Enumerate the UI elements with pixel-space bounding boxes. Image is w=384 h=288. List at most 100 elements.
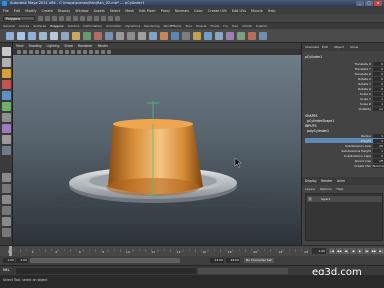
channel-row[interactable]: Scale X 1: [302, 92, 384, 96]
boolean-difference-icon[interactable]: [127, 32, 135, 40]
extract-icon[interactable]: [94, 32, 102, 40]
menu-edit-uvs[interactable]: Edit UVs: [232, 9, 246, 13]
wireframe-icon[interactable]: [65, 50, 69, 54]
menu-edit[interactable]: Edit: [14, 9, 21, 13]
menu-mesh[interactable]: Mesh: [125, 9, 134, 13]
split-polygon-icon[interactable]: [193, 32, 201, 40]
channel-box-menu-show[interactable]: Show: [350, 45, 358, 49]
step-forward-key-button[interactable]: ▶▶: [371, 248, 377, 254]
play-backwards-button[interactable]: ◀: [350, 248, 356, 254]
single-perspective-layout-icon[interactable]: [2, 173, 11, 182]
shelf-tab-ncloth[interactable]: nCloth: [242, 24, 252, 28]
menu-file[interactable]: File: [3, 9, 9, 13]
viewport-menu-view[interactable]: View: [16, 44, 24, 48]
extrude-icon[interactable]: [160, 32, 168, 40]
menu-create[interactable]: Create: [42, 9, 53, 13]
viewport-menu-renderer[interactable]: Renderer: [78, 44, 93, 48]
menu-set-dropdown[interactable]: Polygons: [3, 16, 35, 21]
bevel-icon[interactable]: [215, 32, 223, 40]
shelf-tab-subdivs[interactable]: Subdivs: [68, 24, 80, 28]
channel-value[interactable]: 1: [373, 149, 384, 153]
render-icon[interactable]: [101, 16, 106, 21]
poly-plane-icon[interactable]: [50, 32, 58, 40]
universal-manipulator-icon[interactable]: [2, 113, 11, 122]
channel-value[interactable]: 0: [373, 82, 384, 86]
textured-icon[interactable]: [83, 50, 87, 54]
layer-menu-layers[interactable]: Layers: [305, 187, 315, 191]
boolean-union-icon[interactable]: [116, 32, 124, 40]
shape-node-name[interactable]: pCylinderShape1: [307, 119, 334, 123]
smooth-shade-icon[interactable]: [71, 50, 75, 54]
select-tool-icon[interactable]: [2, 47, 11, 56]
channel-row[interactable]: Scale Z 1: [302, 102, 384, 106]
history-icon[interactable]: [248, 32, 256, 40]
channel-value[interactable]: 20: [373, 144, 384, 148]
four-view-layout-icon[interactable]: [2, 184, 11, 193]
channel-value[interactable]: 0: [373, 154, 384, 158]
step-back-key-button[interactable]: ◀◀: [336, 248, 342, 254]
menu-modify[interactable]: Modify: [25, 9, 36, 13]
menu-muscle[interactable]: Muscle: [251, 9, 263, 13]
show-manipulator-icon[interactable]: [2, 135, 11, 144]
shelf-tab-fluids[interactable]: Fluids: [211, 24, 220, 28]
channel-value[interactable]: 0: [373, 77, 384, 81]
layer-tab-display[interactable]: Display: [305, 179, 317, 183]
channel-value[interactable]: 1: [373, 92, 384, 96]
input-node-name[interactable]: polyCylinder1: [307, 129, 329, 133]
uv-editor-icon[interactable]: [237, 32, 245, 40]
poly-cylinder-icon[interactable]: [28, 32, 36, 40]
paint-select-tool-icon[interactable]: [2, 69, 11, 78]
menu-color[interactable]: Color: [194, 9, 203, 13]
menu-normals[interactable]: Normals: [175, 9, 189, 13]
channel-row[interactable]: Scale Y 1: [302, 97, 384, 101]
select-component-icon[interactable]: [73, 16, 78, 21]
menu-help[interactable]: Help: [268, 9, 276, 13]
channel-box-menu-channels[interactable]: Channels: [305, 45, 319, 49]
time-slider[interactable]: 1 2 4 6 8 10 12 14 16 18 20 22 24 1.00 |…: [0, 245, 384, 256]
channel-row[interactable]: Rotate Z 0: [302, 87, 384, 91]
shelf-tab-dynamics[interactable]: Dynamics: [125, 24, 140, 28]
shelf-tab-curves[interactable]: Curves: [19, 24, 29, 28]
snap-grid-icon[interactable]: [80, 16, 85, 21]
current-frame-field[interactable]: 1.00: [312, 248, 326, 254]
last-tool-icon[interactable]: [2, 146, 11, 155]
center-pivot-icon[interactable]: [259, 32, 267, 40]
perspective-viewport[interactable]: [13, 55, 301, 245]
isolate-select-icon[interactable]: [107, 50, 111, 54]
step-forward-frame-button[interactable]: |▶: [364, 248, 370, 254]
scale-tool-icon[interactable]: [2, 102, 11, 111]
poly-cone-icon[interactable]: [39, 32, 47, 40]
bridge-icon[interactable]: [171, 32, 179, 40]
shelf-tab-hair[interactable]: Hair: [232, 24, 238, 28]
menu-window[interactable]: Window: [75, 9, 88, 13]
shelf-tab-muscle[interactable]: Muscle: [196, 24, 206, 28]
combine-icon[interactable]: [72, 32, 80, 40]
boolean-intersection-icon[interactable]: [138, 32, 146, 40]
object-name[interactable]: pCylinder1: [305, 55, 322, 59]
input-channel-row[interactable]: Create UVs Normalize: [302, 164, 384, 168]
input-channel-row[interactable]: Subdivisions Caps 0: [302, 154, 384, 158]
channel-value[interactable]: 1: [373, 134, 384, 138]
viewport-menu-lighting[interactable]: Lighting: [47, 44, 60, 48]
merge-icon[interactable]: [226, 32, 234, 40]
channel-row[interactable]: Rotate X 0: [302, 77, 384, 81]
viewport-menu-shading[interactable]: Shading: [29, 44, 42, 48]
channel-row[interactable]: Rotate Y 0: [302, 82, 384, 86]
channel-value[interactable]: off: [373, 159, 384, 163]
image-plane-icon[interactable]: [35, 50, 39, 54]
channel-row[interactable]: Translate Z 0: [302, 72, 384, 76]
input-channel-row[interactable]: Subdivisions Height 1: [302, 149, 384, 153]
channel-value[interactable]: 0: [373, 67, 384, 71]
shelf-tab-fur[interactable]: Fur: [223, 24, 228, 28]
layer-tab-render[interactable]: Render: [321, 179, 332, 183]
resolution-gate-icon[interactable]: [53, 50, 57, 54]
shelf-tab-toon[interactable]: Toon: [185, 24, 192, 28]
channel-value[interactable]: 2: [373, 139, 384, 143]
shelf-tab-surfaces[interactable]: Surfaces: [33, 24, 46, 28]
gate-mask-icon[interactable]: [59, 50, 63, 54]
shelf-tab-painteffects[interactable]: PaintEffects: [164, 24, 182, 28]
channel-row[interactable]: Translate Y 0: [302, 67, 384, 71]
character-set-dropdown[interactable]: No Character Set: [244, 258, 274, 263]
xray-icon[interactable]: [101, 50, 105, 54]
channel-box-menu-object[interactable]: Object: [334, 45, 344, 49]
